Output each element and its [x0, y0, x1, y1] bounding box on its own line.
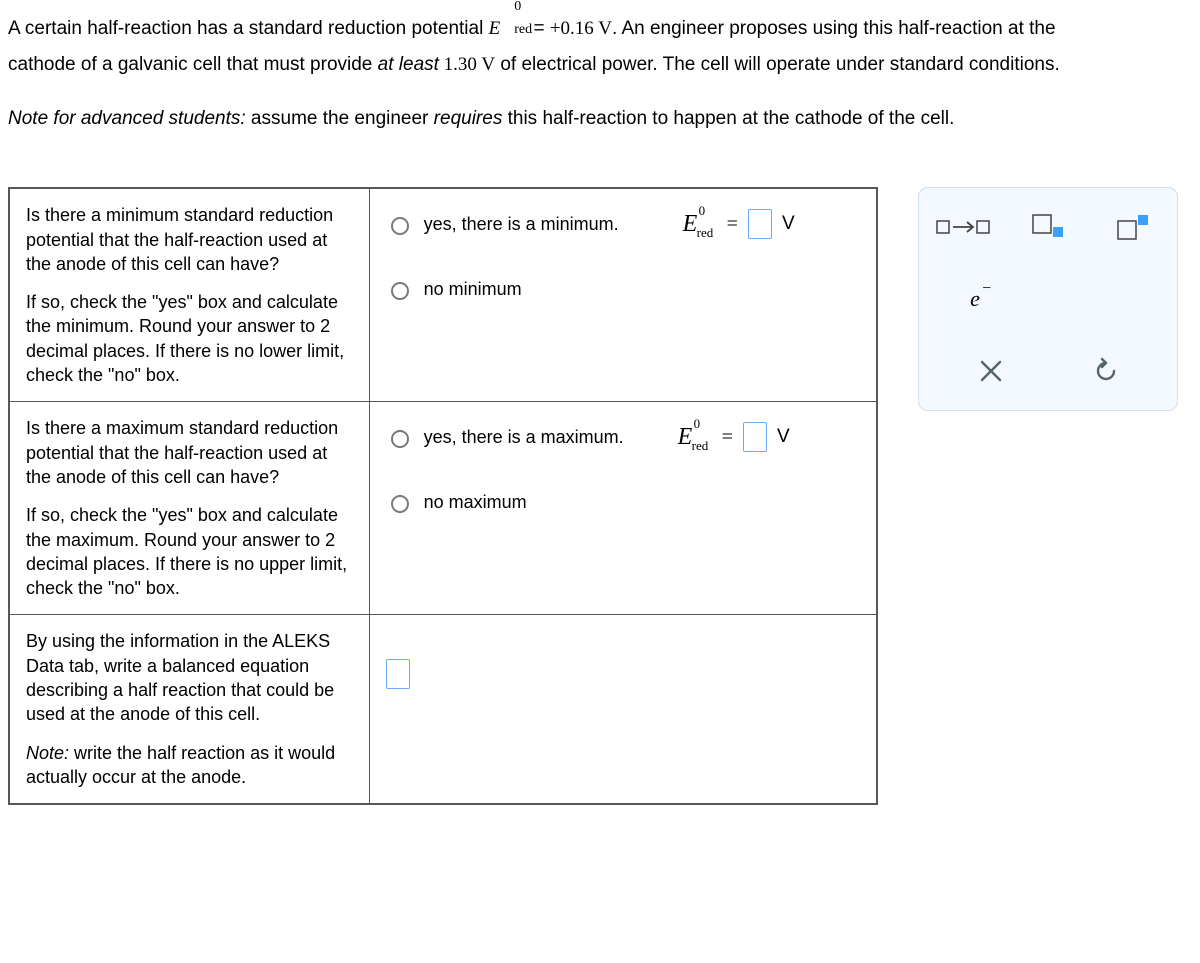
max-no-label: no maximum — [424, 492, 527, 513]
subscript-button[interactable] — [1018, 206, 1078, 248]
question-table: Is there a minimum standard reduction po… — [8, 187, 878, 805]
text: cathode of a galvanic cell that must pro… — [8, 54, 378, 75]
max-equation: E0red = V — [678, 422, 790, 452]
min-no-radio[interactable] — [391, 282, 409, 300]
symbol-palette: e− — [918, 187, 1178, 411]
electron-button[interactable]: e− — [945, 278, 1005, 320]
eqn-question-note: Note: write the half reaction as it woul… — [26, 741, 353, 790]
eqn-question-1: By using the information in the ALEKS Da… — [26, 629, 353, 726]
yields-arrow-button[interactable] — [933, 206, 993, 248]
e-symbol: E — [489, 18, 501, 39]
max-yes-label: yes, there is a maximum. — [424, 427, 624, 448]
max-yes-radio[interactable] — [391, 430, 409, 448]
min-value-input[interactable] — [748, 209, 772, 239]
reset-button[interactable] — [1071, 350, 1141, 392]
superscript-icon — [1116, 213, 1150, 241]
equation-input[interactable] — [386, 659, 410, 689]
text: assume the engineer — [246, 108, 434, 129]
min-question-2: If so, check the "yes" box and calculate… — [26, 290, 353, 387]
eqn-answer-cell — [369, 615, 877, 804]
max-question-2: If so, check the "yes" box and calculate… — [26, 503, 353, 600]
min-answer-cell: yes, there is a minimum. E0red = V no mi… — [369, 188, 877, 402]
close-icon — [978, 358, 1004, 384]
min-equation: E0red = V — [683, 209, 795, 239]
min-yes-radio[interactable] — [391, 217, 409, 235]
text: . An engineer proposes using this half-r… — [612, 18, 1056, 39]
max-answer-cell: yes, there is a maximum. E0red = V no ma… — [369, 402, 877, 615]
min-unit: V — [782, 213, 795, 235]
max-unit: V — [777, 426, 790, 448]
yields-arrow-icon — [935, 217, 991, 237]
min-question-1: Is there a minimum standard reduction po… — [26, 203, 353, 276]
min-yes-label: yes, there is a minimum. — [424, 214, 619, 235]
text: of electrical power. The cell will opera… — [495, 54, 1060, 75]
at-least: at least — [378, 54, 439, 75]
max-no-radio[interactable] — [391, 495, 409, 513]
note-label: Note for advanced students: — [8, 108, 246, 129]
max-question-1: Is there a maximum standard reduction po… — [26, 416, 353, 489]
clear-button[interactable] — [956, 350, 1026, 392]
text: this half-reaction to happen at the cath… — [502, 108, 954, 129]
requires: requires — [434, 108, 503, 129]
undo-icon — [1092, 357, 1120, 385]
electron-icon: e− — [970, 286, 980, 312]
required-voltage: 1.30 V — [439, 54, 495, 75]
subscript-icon — [1031, 213, 1065, 241]
superscript-button[interactable] — [1103, 206, 1163, 248]
e-sub-sup: 0red — [500, 8, 528, 34]
text: A certain half-reaction has a standard r… — [8, 18, 489, 39]
max-question-cell: Is there a maximum standard reduction po… — [9, 402, 369, 615]
unit: V — [594, 18, 612, 39]
eqn-question-cell: By using the information in the ALEKS Da… — [9, 615, 369, 804]
max-value-input[interactable] — [743, 422, 767, 452]
problem-statement: A certain half-reaction has a standard r… — [8, 8, 1192, 137]
min-no-label: no minimum — [424, 279, 522, 300]
reduction-potential-value: +0.16 — [550, 18, 594, 39]
min-question-cell: Is there a minimum standard reduction po… — [9, 188, 369, 402]
